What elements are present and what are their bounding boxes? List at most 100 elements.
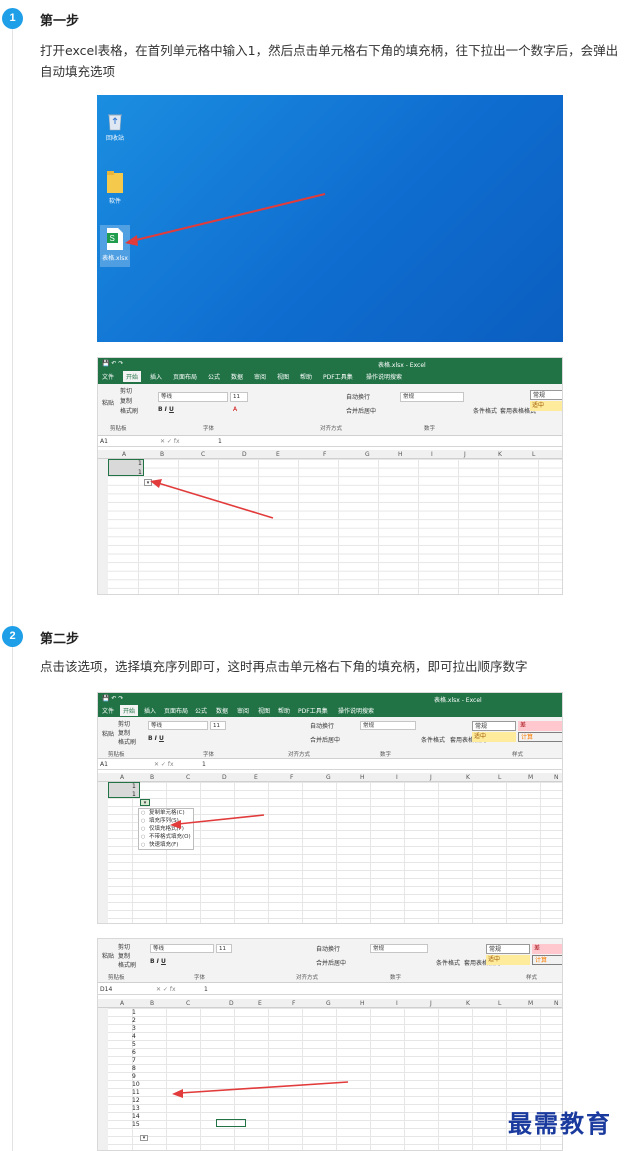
cell-grid[interactable]: 1 2 3 4 5 6 7 8 9 10 11 12 13 14 15 ▾ <box>98 1008 562 1150</box>
tab-view[interactable]: 视图 <box>277 372 289 381</box>
formula-input[interactable]: 1 <box>202 761 206 768</box>
tab-review[interactable]: 审阅 <box>254 372 266 381</box>
number-format-select[interactable]: 常规 <box>400 392 464 402</box>
tab-pdf-tools[interactable]: PDF工具集 <box>323 372 353 381</box>
tab-insert[interactable]: 插入 <box>150 372 162 381</box>
format-painter-button[interactable]: 格式刷 <box>120 406 138 415</box>
group-label: 字体 <box>203 426 215 432</box>
style-calc[interactable]: 计算 <box>518 732 562 742</box>
wrap-text-button[interactable]: 自动换行 <box>346 392 370 401</box>
red-arrow-icon <box>172 1081 349 1098</box>
cut-button[interactable]: 剪切 <box>118 719 130 728</box>
tell-me-search[interactable]: 操作说明搜索 <box>338 706 374 715</box>
tab-insert[interactable]: 插入 <box>144 706 156 715</box>
font-name-select[interactable]: 等线 <box>158 392 228 402</box>
tab-help[interactable]: 帮助 <box>278 706 290 715</box>
save-icon[interactable]: 💾 ↶ ↷ <box>102 360 123 367</box>
home-ribbon: 粘贴 剪切 复制 格式刷 剪贴板 等线 11 B I U A 字体 自动换行 合… <box>98 384 562 436</box>
red-arrow-icon <box>170 814 265 829</box>
bold-button[interactable]: B I U <box>158 406 174 413</box>
step-2-badge: 2 <box>2 626 23 647</box>
cut-button[interactable]: 剪切 <box>118 942 130 951</box>
merge-center-button[interactable]: 合并后居中 <box>316 958 346 967</box>
bold-button[interactable]: B I U <box>148 735 164 742</box>
conditional-format-button[interactable]: 条件格式 <box>473 406 497 415</box>
tab-view[interactable]: 视图 <box>258 706 270 715</box>
tab-review[interactable]: 审阅 <box>237 706 249 715</box>
paste-button[interactable]: 粘贴 <box>102 729 114 738</box>
format-painter-button[interactable]: 格式刷 <box>118 960 136 969</box>
style-normal[interactable]: 常规 <box>486 944 530 954</box>
tell-me-search[interactable]: 操作说明搜索 <box>366 372 402 381</box>
tab-home[interactable]: 开始 <box>123 371 142 382</box>
font-size-select[interactable]: 11 <box>210 721 226 730</box>
style-normal[interactable]: 常规 <box>530 390 562 400</box>
wrap-text-button[interactable]: 自动换行 <box>316 944 340 953</box>
conditional-format-button[interactable]: 条件格式 <box>436 958 460 967</box>
copy-button[interactable]: 复制 <box>120 396 132 405</box>
cell-grid[interactable]: 1 1 ▾ <box>98 459 562 594</box>
style-neutral[interactable]: 适中 <box>472 732 516 742</box>
style-neutral[interactable]: 适中 <box>530 401 562 411</box>
font-color-icon[interactable]: A <box>233 406 237 413</box>
excel-screenshot-1: 💾 ↶ ↷ 表格.xlsx - Excel 文件 开始 插入 页面布局 公式 数… <box>97 357 563 595</box>
merge-center-button[interactable]: 合并后居中 <box>310 735 340 744</box>
tab-file[interactable]: 文件 <box>102 372 114 381</box>
red-arrow-icon <box>125 193 326 246</box>
steps-timeline <box>12 18 13 1151</box>
title-bar: 💾 ↶ ↷ 表格.xlsx - Excel <box>98 358 562 370</box>
tab-formulas[interactable]: 公式 <box>208 372 220 381</box>
copy-button[interactable]: 复制 <box>118 951 130 960</box>
wrap-text-button[interactable]: 自动换行 <box>310 721 334 730</box>
group-label: 字体 <box>203 752 215 758</box>
paste-button[interactable]: 粘贴 <box>102 398 114 407</box>
window-title: 表格.xlsx - Excel <box>434 697 482 704</box>
tab-file[interactable]: 文件 <box>102 706 114 715</box>
paste-button[interactable]: 粘贴 <box>102 951 114 960</box>
tab-data[interactable]: 数据 <box>231 372 243 381</box>
tab-data[interactable]: 数据 <box>216 706 228 715</box>
bold-button[interactable]: B I U <box>150 958 166 965</box>
group-label: 数字 <box>424 426 436 432</box>
tab-page-layout[interactable]: 页面布局 <box>164 706 188 715</box>
number-format-select[interactable]: 常规 <box>370 944 428 953</box>
style-bad[interactable]: 差 <box>518 721 562 731</box>
conditional-format-button[interactable]: 条件格式 <box>421 735 445 744</box>
home-ribbon: 粘贴 剪切 复制 格式刷 剪贴板 等线 11 B I U 字体 自动换行 合并后… <box>98 939 562 983</box>
cell-grid[interactable]: 1 1 ▾ 复制单元格(C) 填充序列(S) 仅填充格式(F) 不带格式填充(O… <box>98 782 562 923</box>
tab-pdf-tools[interactable]: PDF工具集 <box>298 706 328 715</box>
font-name-select[interactable]: 等线 <box>150 944 214 953</box>
name-box[interactable]: A1 <box>100 761 108 768</box>
cut-button[interactable]: 剪切 <box>120 386 132 395</box>
tab-help[interactable]: 帮助 <box>300 372 312 381</box>
tab-home[interactable]: 开始 <box>120 705 139 716</box>
step-1-badge: 1 <box>2 8 23 29</box>
font-name-select[interactable]: 等线 <box>148 721 208 730</box>
group-label: 对齐方式 <box>320 426 343 432</box>
format-painter-button[interactable]: 格式刷 <box>118 737 136 746</box>
style-bad[interactable]: 差 <box>532 944 562 954</box>
number-format-select[interactable]: 常规 <box>360 721 416 730</box>
save-icon[interactable]: 💾 ↶ ↷ <box>102 695 123 702</box>
style-neutral[interactable]: 适中 <box>486 955 530 965</box>
tab-page-layout[interactable]: 页面布局 <box>173 372 197 381</box>
fx-icon: ✕ ✓ fx <box>160 438 180 445</box>
column-headers: AB CD EF GH IJ KL MN <box>98 773 562 782</box>
name-box[interactable]: D14 <box>100 986 112 993</box>
copy-button[interactable]: 复制 <box>118 728 130 737</box>
formula-input[interactable]: 1 <box>218 438 222 445</box>
group-label: 数字 <box>390 975 402 981</box>
style-normal[interactable]: 常规 <box>472 721 516 731</box>
title-bar: 💾 ↶ ↷ 表格.xlsx - Excel <box>98 693 562 705</box>
formula-input[interactable]: 1 <box>204 986 208 993</box>
tab-formulas[interactable]: 公式 <box>195 706 207 715</box>
step-2-title: 第二步 <box>40 632 80 647</box>
name-box[interactable]: A1 <box>100 438 108 445</box>
style-calc[interactable]: 计算 <box>532 955 562 965</box>
font-size-select[interactable]: 11 <box>216 944 232 953</box>
font-size-select[interactable]: 11 <box>230 392 248 402</box>
step-1-title: 第一步 <box>40 14 80 29</box>
merge-center-button[interactable]: 合并后居中 <box>346 406 376 415</box>
column-headers: AB CD EF GH IJ KL MN <box>98 999 562 1008</box>
step-2-text: 点击该选项，选择填充序列即可，这时再点击单元格右下角的填充柄，即可拉出顺序数字 <box>40 659 528 674</box>
